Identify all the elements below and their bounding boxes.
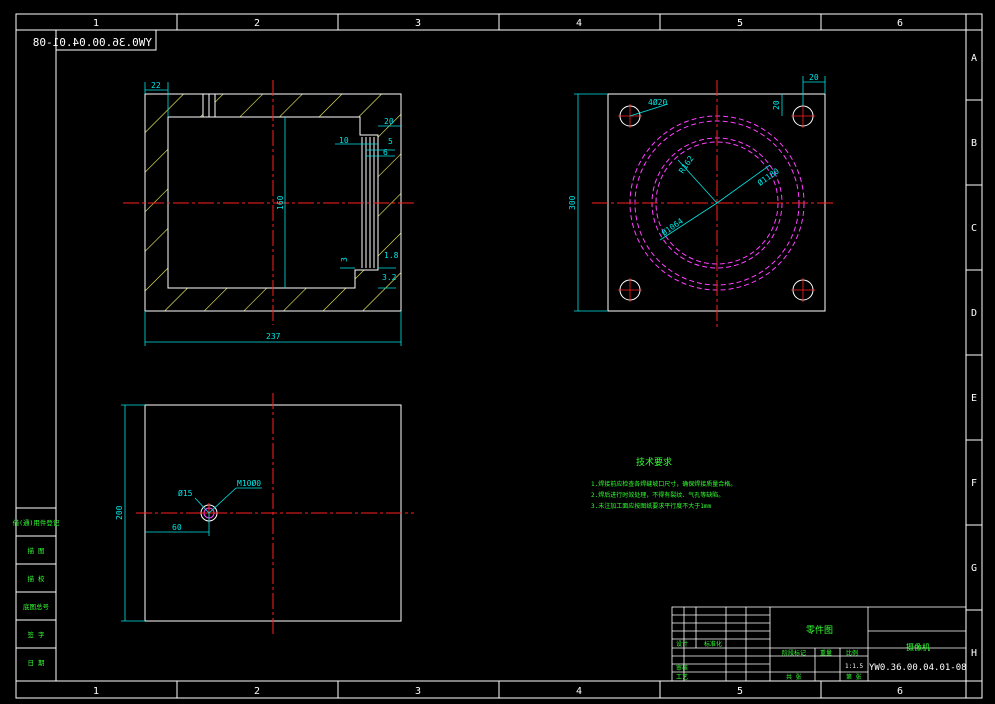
dim-label: M10Ø0: [237, 478, 261, 488]
dim-label: 22: [151, 81, 161, 90]
row-label: G: [971, 563, 977, 574]
sig-label: 标准化: [704, 640, 722, 648]
dim-label: 1.8: [384, 251, 399, 260]
left-panel-item: 底图总号: [23, 602, 50, 611]
column-label: 3: [415, 686, 421, 697]
notes-line: 3.未注加工面应按图纸要求平行度不大于1mm: [591, 502, 711, 510]
row-label: A: [971, 53, 977, 64]
footer-label: 共 张: [786, 673, 802, 681]
dim-label: 60: [172, 523, 182, 532]
dim-label: 20: [772, 100, 781, 110]
dim-label: 3: [340, 257, 349, 262]
column-label: 4: [576, 686, 582, 697]
column-label: 4: [576, 18, 582, 29]
drawing-code: YW0.36.00.04.01-08: [869, 663, 967, 673]
column-label: 2: [254, 686, 260, 697]
part-name: 零件图: [806, 624, 833, 636]
dim-label: 20: [384, 117, 394, 126]
company-name: 摄像机: [906, 642, 930, 652]
sig-label: 工艺: [676, 673, 688, 681]
column-label: 5: [737, 18, 743, 29]
row-label: H: [971, 648, 977, 659]
row-ticks: [966, 99, 982, 611]
row-label: C: [971, 223, 977, 234]
header-label: 重量: [820, 649, 832, 657]
left-panel-item: 借(通)用件登记: [13, 518, 60, 527]
plan-view: [592, 80, 834, 330]
dim-label: 3.2: [382, 273, 397, 282]
header-label: 阶段标记: [782, 649, 806, 657]
column-label: 3: [415, 18, 421, 29]
notes-line: 1.焊接前应检查各焊缝坡口尺寸，确保焊接质量合格。: [591, 480, 736, 488]
dim-label: R162: [677, 154, 696, 175]
column-label: 6: [897, 686, 903, 697]
notes-line: 2.焊后进行时效处理，不得有裂纹、气孔等缺陷。: [591, 491, 724, 499]
dim-label: 6: [383, 148, 388, 157]
bottom-view: [136, 393, 414, 637]
section-view: [123, 80, 414, 325]
dim-label: 237: [266, 332, 281, 341]
dim-label: 160: [276, 195, 285, 210]
column-label: 1: [93, 686, 99, 697]
column-label: 5: [737, 686, 743, 697]
plan-dims: [574, 76, 826, 312]
mirrored-code-box: YW0.36.00.04.01-08: [33, 29, 157, 51]
dim-label: 300: [568, 195, 577, 210]
left-panel-item: 描 校: [28, 574, 45, 583]
left-panel-item: 签 字: [28, 630, 45, 639]
drawing-canvas: 1 2 3 4 5 6 1 2 3 4 5 6 A B C D E F G H …: [13, 13, 983, 699]
dim-label: 4Ø20: [648, 97, 667, 107]
header-label: 比例: [846, 649, 858, 657]
dim-label: Ø15: [178, 488, 193, 498]
left-panel-item: 描 图: [28, 546, 45, 555]
scale-value: 1:1.5: [845, 663, 863, 670]
dim-label: 10: [339, 136, 349, 145]
column-label: 2: [254, 18, 260, 29]
technical-notes: 技术要求 1.焊接前应检查各焊缝坡口尺寸，确保焊接质量合格。 2.焊后进行时效处…: [591, 456, 736, 510]
column-label: 1: [93, 18, 99, 29]
mirrored-code: YW0.36.00.04.01-08: [33, 36, 152, 49]
left-panel: [15, 507, 57, 682]
sig-label: 审核: [676, 664, 688, 672]
dim-label: Ø1180: [755, 166, 781, 188]
left-panel-item: 日 期: [28, 659, 45, 667]
notes-title: 技术要求: [636, 456, 672, 468]
sig-label: 设计: [676, 640, 688, 648]
column-label: 6: [897, 18, 903, 29]
row-label: D: [971, 308, 977, 319]
dim-label: 5: [388, 137, 393, 146]
dim-label: 20: [809, 73, 819, 82]
footer-label: 第 张: [846, 673, 862, 681]
row-label: F: [971, 478, 977, 489]
row-label: E: [971, 393, 977, 404]
row-label: B: [971, 138, 977, 149]
dim-label: 200: [115, 505, 124, 520]
